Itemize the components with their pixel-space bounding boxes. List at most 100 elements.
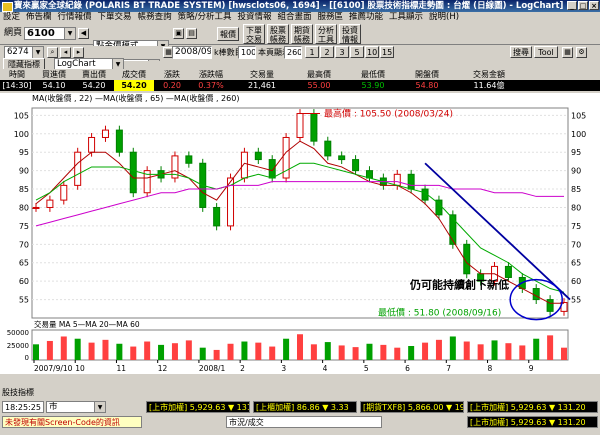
bottom-tab[interactable]: 股技指標 bbox=[2, 388, 72, 398]
prev-stock-icon[interactable]: ◂ bbox=[60, 47, 71, 58]
order-button[interactable]: 下單 交易 bbox=[243, 24, 265, 44]
candle-body bbox=[60, 184, 68, 201]
price-tick-left: 95 bbox=[19, 148, 29, 157]
candle-body bbox=[532, 288, 540, 301]
quote-value-1: 54.10 bbox=[42, 81, 66, 90]
volume-bar bbox=[394, 347, 401, 360]
stock-account-button[interactable]: 股票 帳務 bbox=[267, 24, 289, 44]
volume-bar bbox=[491, 340, 498, 360]
next-stock-icon[interactable]: ▸ bbox=[73, 47, 84, 58]
quote-button[interactable]: 報價 bbox=[217, 27, 239, 41]
volume-bar bbox=[463, 341, 470, 360]
window-titlebar: 寶來贏家全球紀錄 (POLARIS BT TRADE SYSTEM) [hwsc… bbox=[0, 0, 600, 12]
menu-item-5[interactable]: 策略/分析工具 bbox=[175, 12, 235, 23]
window-icon[interactable]: ▣ bbox=[173, 28, 184, 39]
price-tick-left: 90 bbox=[19, 167, 29, 176]
menu-item-10[interactable]: 工具顯示 bbox=[386, 12, 426, 23]
price-tick-right: 55 bbox=[571, 296, 581, 305]
x-tick-label: 2 bbox=[240, 364, 245, 373]
volume-bar bbox=[102, 339, 109, 360]
volume-bar bbox=[408, 346, 415, 360]
candle-body bbox=[546, 299, 554, 312]
settings-icon[interactable]: ⚙ bbox=[576, 47, 587, 58]
volume-bar bbox=[130, 346, 137, 360]
x-tick-label: 11 bbox=[116, 364, 126, 373]
quote-header-4: 漲跌 bbox=[164, 70, 180, 79]
market-select[interactable]: 市 bbox=[46, 401, 106, 413]
volume-bar bbox=[310, 344, 317, 360]
volume-bar bbox=[213, 349, 220, 360]
search-button[interactable]: 搜尋 bbox=[510, 46, 532, 58]
prev-icon[interactable]: ◀ bbox=[78, 28, 89, 39]
candle-body bbox=[296, 113, 304, 138]
volume-bar bbox=[561, 347, 567, 360]
date-field[interactable]: 2008/09/26 bbox=[172, 46, 212, 59]
x-tick-label: 10 bbox=[75, 364, 85, 373]
page-button-1[interactable]: 1 bbox=[305, 46, 319, 58]
price-tick-right: 65 bbox=[571, 259, 581, 268]
analysis-tool-button[interactable]: 分析 工具 bbox=[315, 24, 337, 44]
k-count-field[interactable]: 1000 bbox=[238, 46, 256, 59]
page-button-15[interactable]: 15 bbox=[380, 46, 394, 58]
search-icon[interactable]: ⌕ bbox=[47, 47, 58, 58]
quote-header-7: 最高價 bbox=[307, 70, 331, 79]
volume-bar bbox=[435, 339, 442, 360]
page-button-5[interactable]: 5 bbox=[350, 46, 364, 58]
page-button-2[interactable]: 2 bbox=[320, 46, 334, 58]
price-tick-left: 60 bbox=[19, 277, 29, 286]
stock-code-select[interactable]: 6100 bbox=[24, 27, 76, 40]
candle-body bbox=[407, 173, 415, 190]
menu-item-8[interactable]: 服務區 bbox=[314, 12, 346, 23]
volume-bar bbox=[46, 340, 53, 360]
app-icon bbox=[2, 2, 13, 12]
volume-bar bbox=[283, 338, 290, 360]
page-button-10[interactable]: 10 bbox=[365, 46, 379, 58]
investment-info-button[interactable]: 投資 情報 bbox=[339, 24, 361, 44]
page-show-field[interactable]: 260 bbox=[284, 46, 302, 59]
close-button[interactable]: × bbox=[589, 1, 599, 10]
futures-account-button[interactable]: 期貨 帳務 bbox=[291, 24, 313, 44]
volume-bar bbox=[88, 342, 95, 360]
volume-bar bbox=[352, 347, 359, 360]
volume-bar bbox=[116, 343, 123, 360]
menu-item-11[interactable]: 說明(H) bbox=[426, 12, 462, 23]
minimize-button[interactable]: _ bbox=[567, 1, 577, 10]
candle-body bbox=[393, 173, 401, 186]
volume-bar bbox=[477, 344, 484, 360]
volume-bar bbox=[533, 338, 540, 360]
low-price-label: 最低價 : 51.80 (2008/09/16) bbox=[378, 306, 501, 318]
x-tick-label: 3 bbox=[281, 364, 286, 373]
menu-item-0[interactable]: 設定 bbox=[0, 12, 23, 23]
grid-icon[interactable]: ▦ bbox=[562, 47, 573, 58]
volume-bar bbox=[33, 344, 39, 360]
x-tick-label: 2008/1 bbox=[199, 364, 226, 373]
maximize-button[interactable]: □ bbox=[578, 1, 588, 10]
menu-item-1[interactable]: 佈告欄 bbox=[23, 12, 55, 23]
volume-bar bbox=[380, 344, 387, 360]
tool-button[interactable]: Tool bbox=[534, 46, 558, 58]
candle-body bbox=[240, 151, 248, 179]
page-button-3[interactable]: 3 bbox=[335, 46, 349, 58]
volume-bar bbox=[519, 345, 526, 360]
quote-header-2: 賣出價 bbox=[82, 70, 106, 79]
x-tick-label: 6 bbox=[405, 364, 410, 373]
menu-item-7[interactable]: 組合畫面 bbox=[274, 12, 314, 23]
price-tick-left: 105 bbox=[14, 111, 29, 120]
candle-body bbox=[74, 151, 82, 186]
bottom-panel: 股技指標 18:25:25 市 [上市加權] 5,929.63 ▼ 131.20… bbox=[0, 374, 600, 435]
menu-item-6[interactable]: 投資情報 bbox=[234, 12, 274, 23]
clock: 18:25:25 bbox=[2, 401, 44, 413]
menu-item-2[interactable]: 行情報價 bbox=[55, 12, 95, 23]
quote-value-7: 55.00 bbox=[307, 81, 331, 90]
menu-item-3[interactable]: 下單交易 bbox=[95, 12, 135, 23]
price-tick-right: 95 bbox=[571, 148, 581, 157]
ticker-index: [上市加權] 5,929.63 ▼ 131.20 bbox=[467, 401, 598, 413]
price-tick-right: 90 bbox=[571, 167, 581, 176]
candle-body bbox=[352, 159, 360, 172]
menu-item-9[interactable]: 推薦功能 bbox=[346, 12, 386, 23]
window-split-icon[interactable]: ▤ bbox=[186, 28, 197, 39]
ticker-index-2: [上市加權] 5,929.63 ▼ 131.20 bbox=[467, 416, 598, 428]
menu-item-4[interactable]: 帳務查詢 bbox=[135, 12, 175, 23]
volume-bar bbox=[422, 342, 429, 360]
volume-bar bbox=[185, 340, 192, 360]
